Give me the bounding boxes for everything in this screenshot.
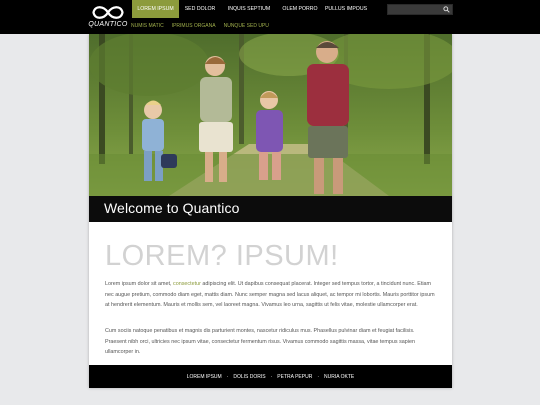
consectetur-link[interactable]: consectetur: [173, 281, 201, 287]
footer-link-nuria-okte[interactable]: NURIA OKTE: [324, 374, 354, 380]
search-box: [387, 4, 453, 15]
footer-link-petra-pepur[interactable]: PETRA PEPUR: [277, 374, 312, 380]
nav-item-sed-dolor[interactable]: SED DOLOR: [179, 0, 221, 18]
search-icon[interactable]: [443, 6, 450, 13]
nav-item-pullus-impous[interactable]: PULLUS IMPOUS: [323, 0, 369, 18]
paragraph-text: Lorem ipsum dolor sit amet,: [105, 281, 174, 287]
footer-link-lorem-ipsum[interactable]: LOREM IPSUM: [187, 374, 222, 380]
footer-separator: ·: [270, 373, 273, 380]
hero-caption: Welcome to Quantico: [104, 200, 240, 216]
subnav-item-numis-matic[interactable]: NUMIS MATIC: [131, 21, 164, 31]
hero-image: [89, 34, 452, 196]
family-walking-photo: [89, 34, 452, 196]
top-navigation-bar: QUANTICO LOREM IPSUM SED DOLOR INQUIS SE…: [0, 0, 540, 34]
subnav-item-iprimus-organa[interactable]: IPRIMUS ORGANA: [172, 21, 216, 31]
search-input[interactable]: [388, 5, 446, 14]
footer-separator: ·: [226, 373, 229, 380]
nav-item-lorem-ipsum[interactable]: LOREM IPSUM: [132, 0, 179, 18]
page-content: Welcome to Quantico LOREM? IPSUM! Lorem …: [89, 34, 452, 388]
main-nav: LOREM IPSUM SED DOLOR INQUIS SEPTIUM OLE…: [132, 0, 369, 18]
page-heading: LOREM? IPSUM!: [105, 240, 339, 272]
footer-separator: ·: [317, 373, 319, 380]
footer-link-dolis-doris[interactable]: DOLIS DORIS: [233, 374, 265, 380]
logo[interactable]: QUANTICO: [88, 4, 128, 32]
subnav-item-nunque-sed-upu[interactable]: NUNQUE SED UPU: [224, 21, 269, 31]
nav-item-olem-porro[interactable]: OLEM PORRO: [277, 0, 323, 18]
logo-text: QUANTICO: [88, 21, 128, 28]
nav-item-inquis-septium[interactable]: INQUIS SEPTIUM: [221, 0, 277, 18]
hero-caption-bar: Welcome to Quantico: [89, 196, 452, 222]
infinity-icon: [92, 6, 124, 19]
second-paragraph: Cum sociis natoque penatibus et magnis d…: [105, 328, 415, 356]
sub-nav: NUMIS MATIC IPRIMUS ORGANA NUNQUE SED UP…: [131, 21, 277, 31]
intro-paragraph: Lorem ipsum dolor sit amet, consectetur …: [105, 279, 435, 311]
footer: LOREM IPSUM · DOLIS DORIS · PETRA PEPUR …: [89, 365, 452, 388]
